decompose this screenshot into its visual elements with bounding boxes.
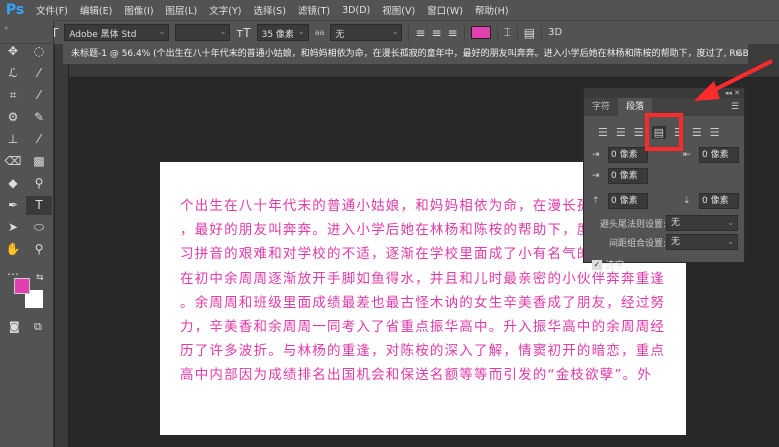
menu-filter[interactable]: 滤镜(T): [292, 3, 336, 17]
history-brush-icon[interactable]: ⁄: [26, 130, 52, 149]
move-tool-icon[interactable]: ✥: [0, 42, 26, 61]
align-right-icon[interactable]: ≡: [448, 26, 458, 40]
indent-left-icon: ⇥: [592, 150, 600, 160]
panels-toggle-icon[interactable]: ▤: [524, 26, 535, 40]
kinsoku-select[interactable]: 无 ⌄: [666, 215, 738, 231]
mojikumi-label: 间距组合设置:: [608, 238, 666, 249]
kinsoku-label: 避头尾法则设置:: [599, 219, 666, 230]
font-family-value: Adobe 黑体 Std: [69, 30, 137, 40]
brush-tool-icon[interactable]: ✎: [26, 108, 52, 127]
mojikumi-value: 无: [671, 237, 681, 247]
blur-tool-icon[interactable]: ◆: [0, 174, 26, 193]
text-line: 高中内部因为成绩排名出国机会和保送名额等等而引发的“金枝欲孽”。外: [180, 367, 653, 384]
menu-type[interactable]: 文字(Y): [203, 3, 247, 17]
pen-tool-icon[interactable]: ✒: [0, 196, 26, 215]
swap-colors-icon[interactable]: ⇆: [36, 273, 44, 283]
menu-3d[interactable]: 3D(D): [336, 5, 376, 16]
ps-logo: Ps: [5, 2, 25, 18]
indent-first-line-input[interactable]: 0 像素: [608, 168, 648, 184]
font-family-select[interactable]: Adobe 黑体 Std ⌄: [64, 24, 170, 41]
space-after-input[interactable]: 0 像素: [699, 193, 739, 209]
options-bar: T ⌄ ↕T Adobe 黑体 Std⌄ ⌄ ᴛT 35 像素⌄ aa 无⌄ ≡…: [0, 20, 779, 44]
kinsoku-value: 无: [671, 218, 681, 228]
type-tool-icon[interactable]: T: [26, 196, 52, 215]
menu-window[interactable]: 窗口(W): [421, 3, 469, 17]
align-center-icon[interactable]: ☰: [616, 126, 626, 139]
indent-first-line-icon: ⇥: [592, 171, 600, 181]
hyphenate-label: 连字: [606, 261, 625, 271]
healing-brush-icon[interactable]: ⚙: [0, 108, 26, 127]
eraser-tool-icon[interactable]: ⌫: [0, 152, 26, 171]
antialias-icon: aa: [314, 28, 325, 37]
menu-edit[interactable]: 编辑(E): [74, 3, 118, 17]
antialias-select[interactable]: 无 ⌄: [330, 24, 403, 41]
arrow-head: [694, 81, 720, 101]
mojikumi-select[interactable]: 无 ⌄: [666, 234, 738, 250]
menu-help[interactable]: 帮助(H): [469, 3, 515, 17]
marquee-tool-icon[interactable]: ◌: [26, 42, 52, 61]
eyedropper-icon[interactable]: ⁄: [26, 86, 52, 105]
font-style-select[interactable]: ⌄: [175, 24, 231, 41]
quick-mask-icon[interactable]: ◙: [9, 320, 20, 333]
tools-collapse[interactable]: «: [0, 20, 53, 44]
tools-panel: « ✥ ◌ ℒ ⁄ ⌗ ⁄ ⚙ ✎ ⊥ ⁄ ⌫ ▩ ◆ ⚲ ✒ T ➤ ⬭ ✋ …: [0, 20, 54, 447]
menu-bar: Ps 文件(F) 编辑(E) 图像(I) 图层(L) 文字(Y) 选择(S) 滤…: [0, 0, 779, 20]
lasso-tool-icon[interactable]: ℒ: [0, 64, 26, 83]
highlight-box: [645, 113, 683, 151]
antialias-value: 无: [335, 30, 345, 40]
font-size-select[interactable]: 35 像素 ⌄: [256, 24, 309, 41]
crop-tool-icon[interactable]: ⌗: [0, 86, 26, 105]
space-after-icon: ⇣: [683, 196, 691, 206]
gradient-tool-icon[interactable]: ▩: [26, 152, 52, 171]
align-left-icon[interactable]: ≡: [415, 26, 425, 40]
space-before-input[interactable]: 0 像素: [608, 193, 648, 209]
ellipse-tool-icon[interactable]: ⬭: [26, 218, 52, 237]
document-tab-title: 未标题-1 @ 56.4% (个出生在八十年代末的普通小姑娘，和妈妈相依为命，在…: [71, 49, 748, 59]
3d-button[interactable]: 3D: [548, 27, 562, 38]
tab-character[interactable]: 字符: [584, 98, 618, 116]
path-select-icon[interactable]: ➤: [0, 218, 26, 237]
magic-wand-icon[interactable]: ⁄: [26, 64, 52, 83]
text-line: 力，辛美香和余周周一同考入了省重点振华高中。升入振华高中的余周周经: [180, 319, 666, 336]
menu-file[interactable]: 文件(F): [30, 3, 74, 17]
document-tab-bar: 未标题-1 @ 56.4% (个出生在八十年代末的普通小姑娘，和妈妈相依为命，在…: [55, 44, 779, 64]
arrow-shaft: [707, 59, 773, 95]
space-before-icon: ⇡: [592, 196, 600, 206]
align-left-icon[interactable]: ☰: [598, 126, 608, 139]
stamp-tool-icon[interactable]: ⊥: [0, 130, 26, 149]
menu-select[interactable]: 选择(S): [247, 3, 291, 17]
menu-image[interactable]: 图像(I): [118, 3, 159, 17]
screen-mode-icon[interactable]: ⧉: [34, 320, 42, 334]
hyphenate-checkbox[interactable]: ✓: [592, 259, 602, 270]
indent-right-input[interactable]: 0 像素: [699, 147, 739, 163]
justify-last-right-icon[interactable]: ☰: [692, 126, 702, 139]
zoom-tool-icon[interactable]: ⚲: [26, 240, 52, 259]
menu-view[interactable]: 视图(V): [376, 3, 421, 17]
font-size-value: 35 像素: [261, 30, 294, 40]
annotation-arrow: [694, 59, 773, 101]
warp-text-icon[interactable]: ⌶: [504, 25, 511, 40]
menu-layer[interactable]: 图层(L): [160, 3, 204, 17]
indent-right-icon: ⇤: [683, 150, 691, 160]
text-color-swatch[interactable]: [470, 26, 491, 39]
vertical-ruler: [55, 64, 69, 447]
indent-left-input[interactable]: 0 像素: [608, 147, 648, 163]
text-line: 。余周周和班级里面成绩最差也最古怪木讷的女生辛美香成了朋友，经过努: [180, 294, 666, 311]
font-size-icon: ᴛT: [236, 25, 251, 40]
horizontal-ruler: [55, 64, 779, 78]
dodge-tool-icon[interactable]: ⚲: [26, 174, 52, 193]
align-center-icon[interactable]: ≡: [431, 26, 441, 40]
align-right-icon[interactable]: ☰: [634, 126, 644, 139]
document-tab[interactable]: 未标题-1 @ 56.4% (个出生在八十年代末的普通小姑娘，和妈妈相依为命，在…: [63, 44, 748, 64]
text-line: 历了许多波折。与林杨的重逢，对陈桉的深入了解，情窦初开的暗恋，重点: [180, 343, 666, 360]
justify-all-icon[interactable]: ☰: [710, 126, 720, 139]
hand-tool-icon[interactable]: ✋: [0, 240, 26, 259]
